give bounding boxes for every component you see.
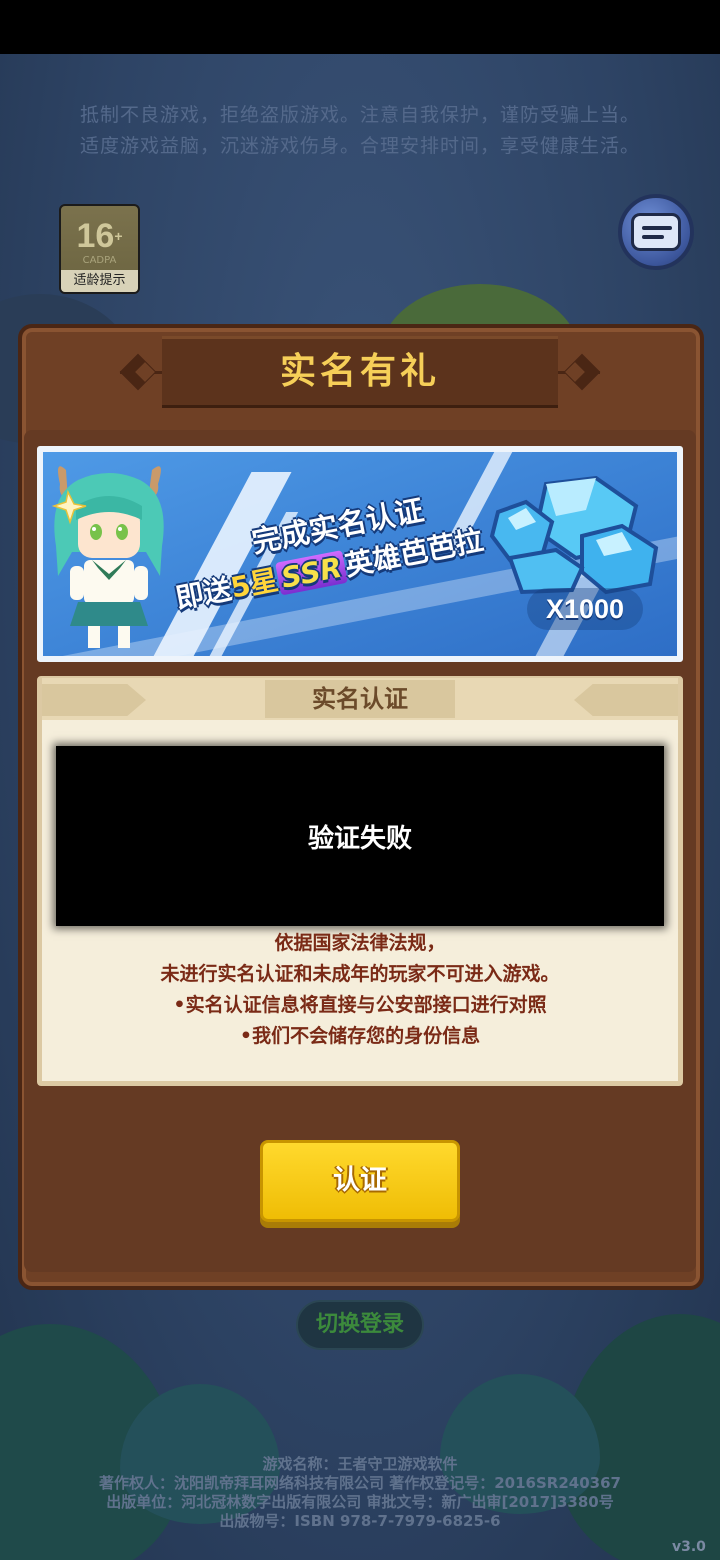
verify-button[interactable]: 认证 xyxy=(260,1140,460,1222)
version-label: v3.0 xyxy=(672,1539,706,1555)
health-notice: 抵制不良游戏，拒绝盗版游戏。注意自我保护，谨防受骗上当。 适度游戏益脑，沉迷游戏… xyxy=(0,100,720,162)
age-rating-badge[interactable]: 16+ CADPA 适龄提示 xyxy=(59,204,140,294)
legal-line: 依据国家法律法规， xyxy=(274,932,446,954)
verification-error-toast: 验证失败 xyxy=(56,746,664,926)
banner-stars: 5星 xyxy=(227,563,281,605)
status-bar xyxy=(0,0,720,54)
age-rating-number: 16+ xyxy=(76,217,123,255)
menu-icon xyxy=(631,213,681,251)
footer-line: 游戏名称：王者守卫游戏软件 xyxy=(262,1455,458,1473)
legal-notice: 依据国家法律法规， 未进行实名认证和未成年的玩家不可进入游戏。 •实名认证信息将… xyxy=(42,928,678,1052)
menu-button[interactable] xyxy=(618,194,694,270)
header-arrow-left-ornament xyxy=(42,684,146,716)
diamond-gems-icon xyxy=(489,476,659,595)
header-arrow-right-ornament xyxy=(574,684,678,716)
copyright-footer: 游戏名称：王者守卫游戏软件 著作权人：沈阳凯帝拜耳网络科技有限公司 著作权登记号… xyxy=(0,1455,720,1531)
switch-login-button[interactable]: 切换登录 xyxy=(296,1300,424,1350)
health-notice-line: 抵制不良游戏，拒绝盗版游戏。注意自我保护，谨防受骗上当。 xyxy=(79,104,640,126)
error-message: 验证失败 xyxy=(307,823,412,854)
footer-line: 出版物号：ISBN 978-7-7979-6825-6 xyxy=(219,1512,501,1530)
legal-line: •我们不会储存您的身份信息 xyxy=(239,1025,481,1047)
health-notice-line: 适度游戏益脑，沉迷游戏伤身。合理安排时间，享受健康生活。 xyxy=(79,135,640,157)
legal-line: 未进行实名认证和未成年的玩家不可进入游戏。 xyxy=(160,963,560,985)
legal-line: •实名认证信息将直接与公安部接口进行对照 xyxy=(173,994,547,1016)
footer-line: 出版单位：河北冠林数字出版有限公司 审批文号：新广出审[2017]3380号 xyxy=(106,1493,614,1511)
section-title: 实名认证 xyxy=(312,685,408,713)
age-rating-label: 适龄提示 xyxy=(61,270,138,292)
hero-barbara-illustration xyxy=(51,466,164,648)
footer-line: 著作权人：沈阳凯帝拜耳网络科技有限公司 著作权登记号：2016SR240367 xyxy=(99,1474,621,1492)
age-rating-org: CADPA xyxy=(82,255,117,266)
dialog-title: 实名有礼 xyxy=(279,351,440,392)
reward-amount: X1000 xyxy=(527,588,643,630)
